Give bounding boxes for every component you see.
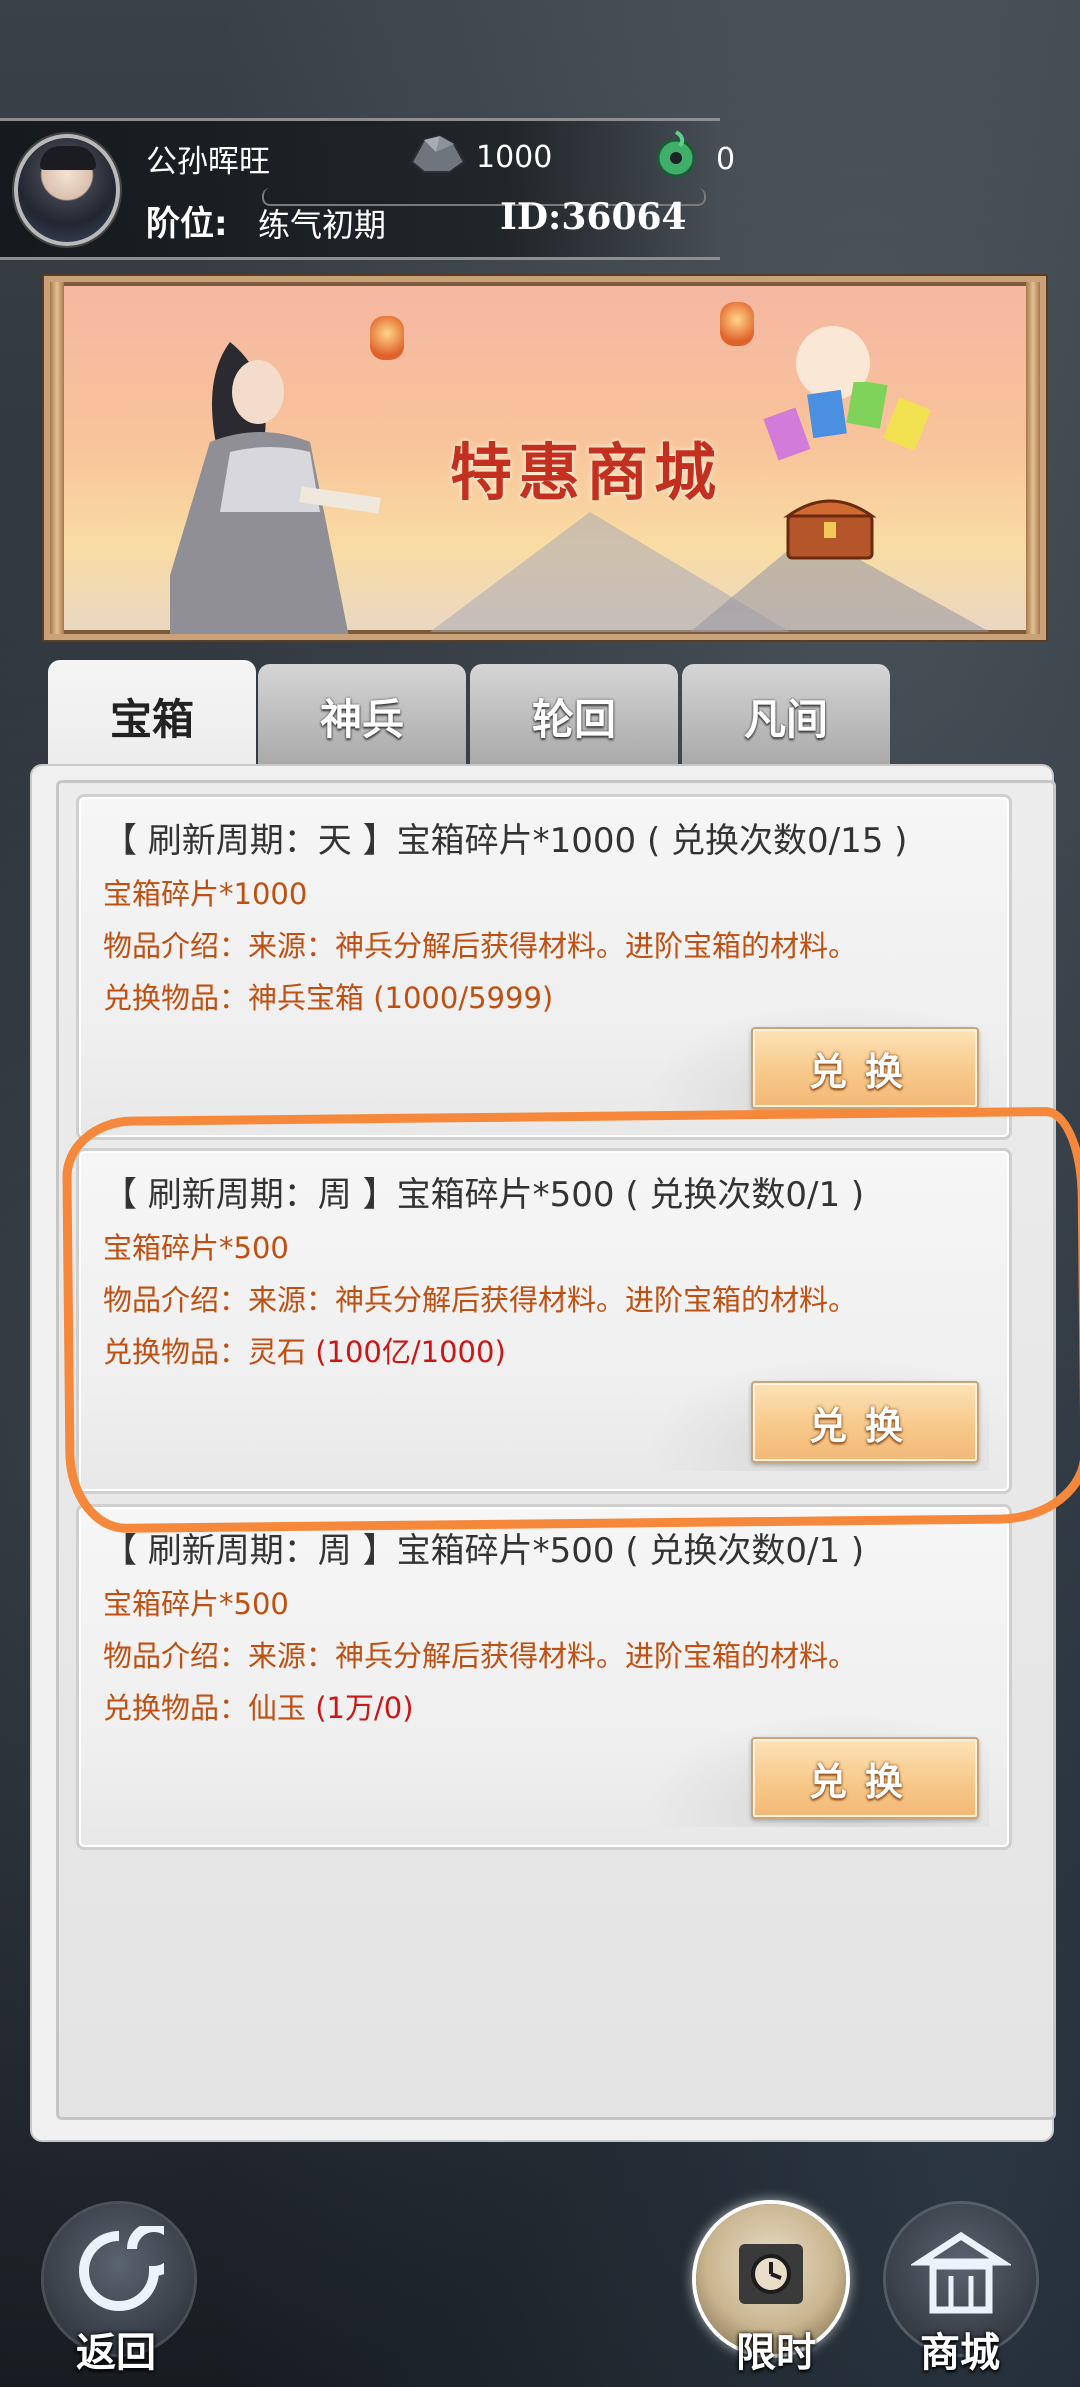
item-cost: 宝箱碎片*500 — [103, 1587, 289, 1621]
exchange-item-card: 【 刷新周期：周 】宝箱碎片*500 ( 兑换次数0/1 ) 宝箱碎片*500 … — [76, 1148, 1012, 1494]
exchange-button[interactable]: 兑换 — [751, 1381, 979, 1463]
item-description: 物品介绍：来源：神兵分解后获得材料。进阶宝箱的材料。 — [103, 929, 858, 963]
jade-icon — [656, 130, 696, 178]
item-cost: 宝箱碎片*500 — [103, 1231, 289, 1265]
item-reward: 兑换物品：灵石 (100亿/1000) — [103, 1329, 506, 1371]
shop-label[interactable]: 商城 — [920, 2320, 1000, 2378]
lantern-icon — [720, 302, 754, 346]
item-description: 物品介绍：来源：神兵分解后获得材料。进阶宝箱的材料。 — [103, 1283, 858, 1317]
item-description: 物品介绍：来源：神兵分解后获得材料。进阶宝箱的材料。 — [103, 1639, 858, 1673]
maiden-illustration — [170, 342, 381, 634]
item-reward-label: 兑换物品：神兵宝箱 — [103, 981, 374, 1015]
avatar-hair — [40, 146, 96, 170]
item-reward-label: 兑换物品：灵石 — [103, 1335, 316, 1369]
jade-amount: 0 — [716, 142, 736, 177]
spirit-ore-icon — [410, 134, 466, 173]
item-cost: 宝箱碎片*1000 — [103, 877, 308, 911]
exchange-button[interactable]: 兑换 — [751, 1737, 979, 1819]
item-title: 【 刷新周期：周 】宝箱碎片*500 ( 兑换次数0/1 ) — [103, 1175, 865, 1215]
pavilion-icon — [911, 2231, 1011, 2314]
rank-value: 练气初期 — [258, 206, 387, 244]
item-reward-count: (1000/5999) — [373, 981, 554, 1015]
tab-mortal-world[interactable]: 凡间 — [682, 664, 890, 768]
rank-label: 阶位: — [146, 204, 228, 244]
item-title: 【 刷新周期：天 】宝箱碎片*1000 ( 兑换次数0/15 ) — [103, 821, 908, 861]
item-reward-count: (1万/0) — [315, 1691, 414, 1725]
item-reward: 兑换物品：仙玉 (1万/0) — [103, 1685, 414, 1727]
player-name: 公孙晖旺 — [146, 144, 270, 180]
player-avatar[interactable] — [14, 134, 120, 246]
item-reward-count: (100亿/1000) — [315, 1335, 506, 1369]
tab-treasure-chest[interactable]: 宝箱 — [48, 660, 256, 772]
banner-title: 特惠商城 — [450, 436, 723, 509]
spirit-ore-amount: 1000 — [476, 140, 553, 175]
swirl-icon — [79, 2226, 164, 2311]
tab-divine-weapon[interactable]: 神兵 — [258, 664, 466, 768]
exchange-item-card: 【 刷新周期：周 】宝箱碎片*500 ( 兑换次数0/1 ) 宝箱碎片*500 … — [76, 1504, 1012, 1850]
player-id: ID:36064 — [500, 196, 687, 238]
item-title: 【 刷新周期：周 】宝箱碎片*500 ( 兑换次数0/1 ) — [103, 1531, 865, 1571]
exchange-item-card: 【 刷新周期：天 】宝箱碎片*1000 ( 兑换次数0/15 ) 宝箱碎片*10… — [76, 794, 1012, 1140]
tab-reincarnation[interactable]: 轮回 — [470, 664, 678, 768]
limited-time-label[interactable]: 限时 — [736, 2320, 816, 2378]
shop-banner: 特惠商城 — [44, 276, 1046, 640]
exchange-button[interactable]: 兑换 — [751, 1027, 979, 1109]
gem-cards-icon — [763, 382, 932, 461]
clock-gate-icon — [739, 2244, 803, 2304]
item-reward-label: 兑换物品：仙玉 — [103, 1691, 316, 1725]
back-label[interactable]: 返回 — [76, 2320, 156, 2378]
item-reward: 兑换物品：神兵宝箱 (1000/5999) — [103, 975, 553, 1017]
